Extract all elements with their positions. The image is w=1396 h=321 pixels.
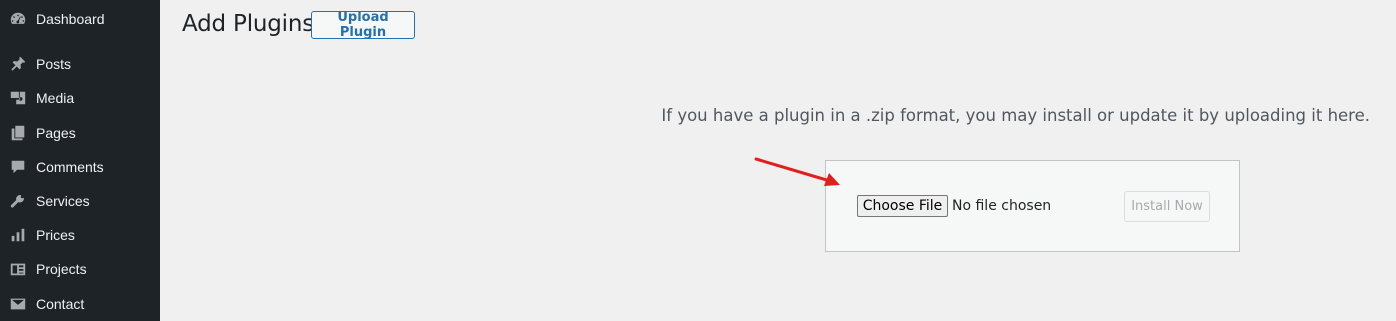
page-title: Add Plugins xyxy=(182,11,315,37)
file-status: No file chosen xyxy=(952,198,1052,214)
upload-help-text: If you have a plugin in a .zip format, y… xyxy=(661,106,1370,125)
sidebar-item-label: Posts xyxy=(36,56,72,72)
envelope-icon xyxy=(8,294,28,314)
sidebar-item-label: Pages xyxy=(36,125,76,141)
upload-plugin-form: Choose File No file chosen Install Now xyxy=(825,160,1240,252)
sidebar-item-services[interactable]: Services xyxy=(0,184,160,218)
dashboard-icon xyxy=(8,9,28,29)
sidebar-item-label: Projects xyxy=(36,261,87,277)
sidebar-item-label: Prices xyxy=(36,227,75,243)
pin-icon xyxy=(8,54,28,74)
sidebar-item-label: Media xyxy=(36,90,75,106)
sidebar-item-pages[interactable]: Pages xyxy=(0,116,160,150)
sidebar-item-dashboard[interactable]: Dashboard xyxy=(0,2,160,36)
upload-plugin-button[interactable]: Upload Plugin xyxy=(311,10,415,40)
comments-icon xyxy=(8,157,28,177)
install-now-button[interactable]: Install Now xyxy=(1124,191,1210,222)
choose-file-button[interactable]: Choose File xyxy=(857,195,948,217)
sidebar-item-label: Services xyxy=(36,193,90,209)
admin-sidebar: Dashboard Posts Media Pages Comments Ser… xyxy=(0,0,160,321)
portfolio-icon xyxy=(8,259,28,279)
sidebar-item-label: Dashboard xyxy=(36,11,105,27)
sidebar-item-projects[interactable]: Projects xyxy=(0,252,160,286)
sidebar-item-label: Contact xyxy=(36,296,85,312)
bar-chart-icon xyxy=(8,225,28,245)
wrench-icon xyxy=(8,191,28,211)
sidebar-item-contact[interactable]: Contact xyxy=(0,287,160,321)
media-icon xyxy=(8,88,28,108)
sidebar-item-comments[interactable]: Comments xyxy=(0,150,160,184)
sidebar-item-media[interactable]: Media xyxy=(0,81,160,115)
sidebar-item-label: Comments xyxy=(36,159,104,175)
sidebar-item-prices[interactable]: Prices xyxy=(0,218,160,252)
sidebar-item-posts[interactable]: Posts xyxy=(0,47,160,81)
pages-icon xyxy=(8,123,28,143)
annotation-arrow xyxy=(754,157,840,186)
